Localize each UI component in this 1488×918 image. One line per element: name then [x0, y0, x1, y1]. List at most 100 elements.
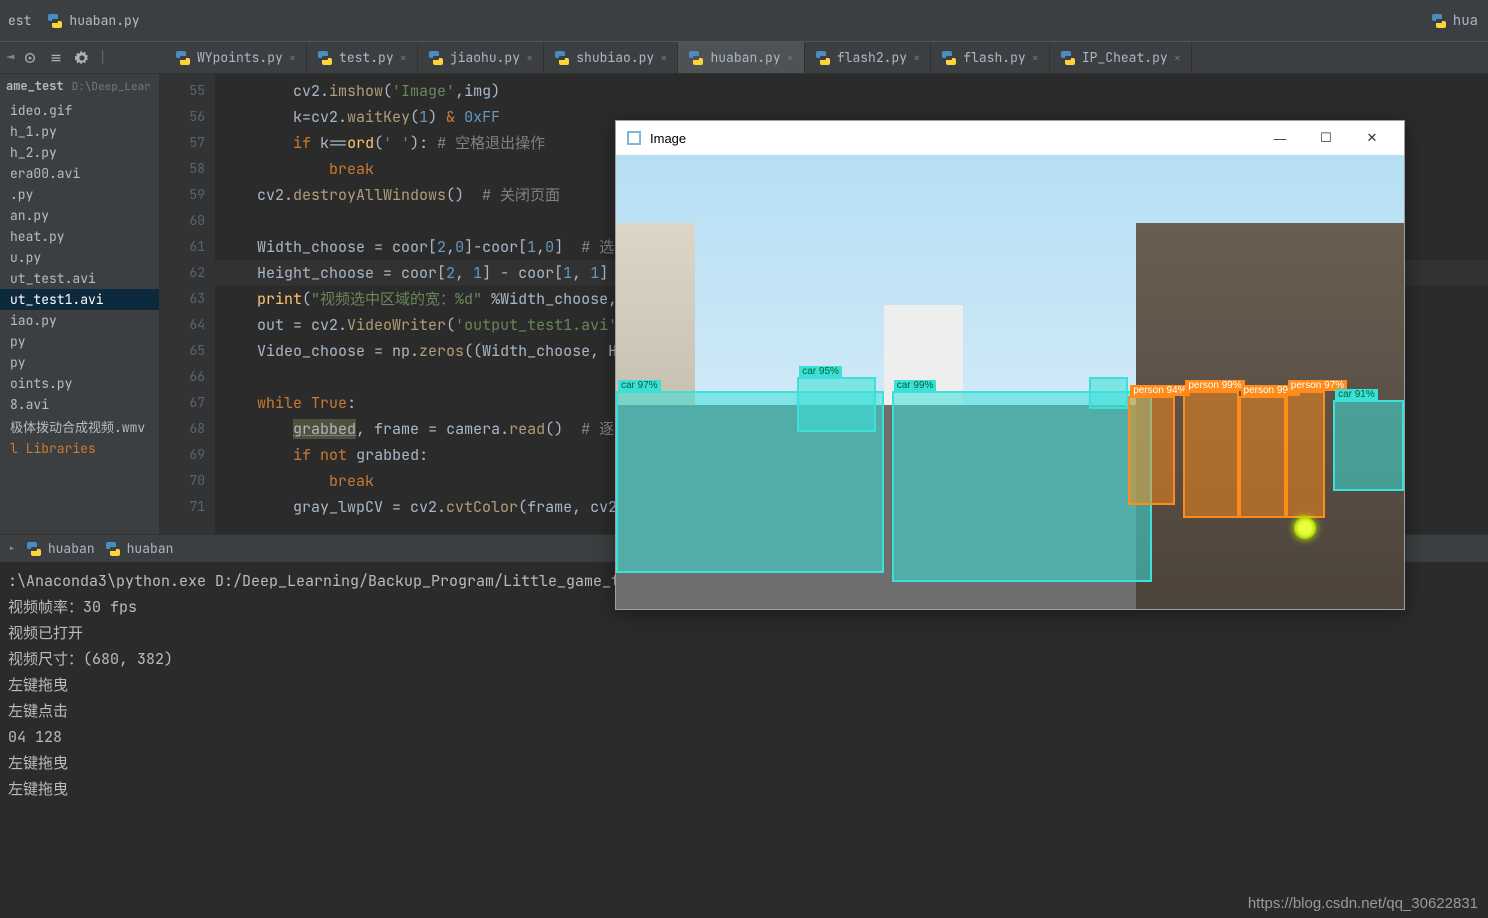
editor-tab[interactable]: test.py × [307, 42, 418, 73]
python-icon [47, 13, 63, 29]
editor-tab[interactable]: IP_Cheat.py × [1050, 42, 1192, 73]
file-tree[interactable]: ideo.gifh_1.pyh_2.pyera00.avi.pyan.pyhea… [0, 98, 159, 461]
project-header: ame_test D:\Deep_Lear [0, 74, 159, 98]
close-icon[interactable]: × [526, 50, 533, 66]
opencv-titlebar[interactable]: Image — ☐ ✕ [616, 121, 1404, 155]
collapse-icon[interactable] [46, 48, 66, 68]
locate-icon[interactable] [20, 48, 40, 68]
detection-box: person 99% [1183, 391, 1238, 518]
detection-box: car 95% [797, 377, 876, 431]
breadcrumb-text: est [8, 12, 31, 29]
python-icon [688, 50, 704, 66]
toolbar-divider: | [98, 49, 106, 67]
console-line: 左键点击 [8, 698, 1480, 724]
console-line: 视频尺寸：(680, 382) [8, 646, 1480, 672]
breadcrumb-filename: huaban.py [69, 12, 139, 29]
breadcrumb-file: huaban.py [39, 12, 147, 29]
cursor-indicator [1294, 517, 1316, 539]
editor-tab[interactable]: shubiao.py × [544, 42, 678, 73]
tree-item[interactable]: ut_test1.avi [0, 289, 159, 310]
window-icon [626, 130, 642, 146]
opencv-window-title: Image [650, 131, 686, 146]
tree-item[interactable]: 8.avi [0, 394, 159, 415]
tab-label: shubiao.py [576, 49, 654, 66]
python-icon [26, 541, 42, 557]
editor-tab[interactable]: flash2.py× [805, 42, 931, 73]
tree-item[interactable]: u.py [0, 247, 159, 268]
editor-tabs: WYpoints.py×test.py×jiaohu.py×shubiao.py… [165, 42, 1488, 74]
editor-tab[interactable]: WYpoints.py × [165, 42, 307, 73]
console-line: 左键拖曳 [8, 776, 1480, 802]
close-icon[interactable]: × [400, 50, 407, 66]
run-tab[interactable]: huaban [26, 540, 95, 557]
close-icon[interactable]: × [289, 50, 296, 66]
tree-item[interactable]: 极体拨动合成视频.wmv [0, 415, 159, 438]
tab-label: huaban.py [710, 49, 780, 66]
breadcrumb-right: hua [1431, 12, 1488, 30]
close-icon[interactable]: × [1174, 50, 1181, 66]
maximize-button[interactable]: ☐ [1304, 124, 1348, 152]
detection-box: person 97% [1286, 391, 1325, 518]
editor-tab[interactable]: jiaohu.py × [418, 42, 544, 73]
tree-item[interactable]: oints.py [0, 373, 159, 394]
tree-item[interactable]: .py [0, 184, 159, 205]
tab-label: jiaohu.py [450, 49, 520, 66]
detection-box: car 91% [1333, 400, 1404, 491]
editor-tab[interactable]: flash.py × [931, 42, 1050, 73]
detection-box: person 99% [1239, 396, 1286, 519]
console-line: 左键拖曳 [8, 672, 1480, 698]
project-sidebar[interactable]: ame_test D:\Deep_Lear ideo.gifh_1.pyh_2.… [0, 74, 160, 534]
console-line: 视频已打开 [8, 620, 1480, 646]
tree-arrow[interactable]: ◄ [6, 49, 14, 67]
tab-label: WYpoints.py [197, 49, 283, 66]
python-icon [317, 50, 333, 66]
tab-label: IP_Cheat.py [1082, 49, 1168, 66]
tree-item[interactable]: ideo.gif [0, 100, 159, 121]
tree-item[interactable]: h_2.py [0, 142, 159, 163]
tree-item[interactable]: ut_test.avi [0, 268, 159, 289]
python-icon [175, 50, 191, 66]
opencv-image[interactable]: car 97%car 99%car 95%person 94%person 99… [616, 155, 1404, 609]
python-icon [554, 50, 570, 66]
console-line: 左键拖曳 [8, 750, 1480, 776]
settings-icon[interactable] [72, 48, 92, 68]
tab-label: test.py [339, 49, 394, 66]
watermark: https://blog.csdn.net/qq_30622831 [1248, 895, 1478, 912]
close-icon[interactable]: × [787, 50, 794, 66]
python-icon [1431, 13, 1447, 29]
python-icon [941, 50, 957, 66]
close-button[interactable]: ✕ [1350, 124, 1394, 152]
tree-item[interactable]: py [0, 352, 159, 373]
code-line[interactable]: cv2.imshow('Image',img) [215, 78, 1488, 104]
run-tab[interactable]: huaban [105, 540, 174, 557]
opencv-window[interactable]: Image — ☐ ✕ car 97% car 99% car 95% person … [615, 120, 1405, 610]
tab-label: flash.py [963, 49, 1025, 66]
tree-item[interactable]: an.py [0, 205, 159, 226]
project-path: D:\Deep_Lear [72, 80, 151, 94]
close-icon[interactable]: × [1032, 50, 1039, 66]
console-line: 04 128 [8, 724, 1480, 750]
python-icon [105, 541, 121, 557]
close-icon[interactable]: × [660, 50, 667, 66]
close-icon[interactable]: × [913, 50, 920, 66]
tree-item[interactable]: era00.avi [0, 163, 159, 184]
arrow-icon[interactable]: ▸ [8, 540, 16, 557]
breadcrumb-left: est [0, 12, 39, 29]
tree-item[interactable]: iao.py [0, 310, 159, 331]
detection-label: car 99% [894, 380, 937, 391]
gutter: 5556575859606162636465666768697071 [160, 74, 215, 534]
tree-item[interactable]: heat.py [0, 226, 159, 247]
detection-label: person 99% [1185, 380, 1244, 391]
tree-item[interactable]: l Libraries [0, 438, 159, 459]
detection-box: car 99% [892, 391, 1152, 582]
minimize-button[interactable]: — [1258, 124, 1302, 152]
python-icon [815, 50, 831, 66]
editor-tab[interactable]: huaban.py × [678, 42, 804, 73]
titlebar: est huaban.py hua [0, 0, 1488, 42]
tree-item[interactable]: h_1.py [0, 121, 159, 142]
detection-box: person 94% [1128, 396, 1175, 505]
detection-label: car 97% [618, 380, 661, 391]
detection-label: car 95% [799, 366, 842, 377]
tree-item[interactable]: py [0, 331, 159, 352]
detection-label: person 94% [1130, 385, 1189, 396]
